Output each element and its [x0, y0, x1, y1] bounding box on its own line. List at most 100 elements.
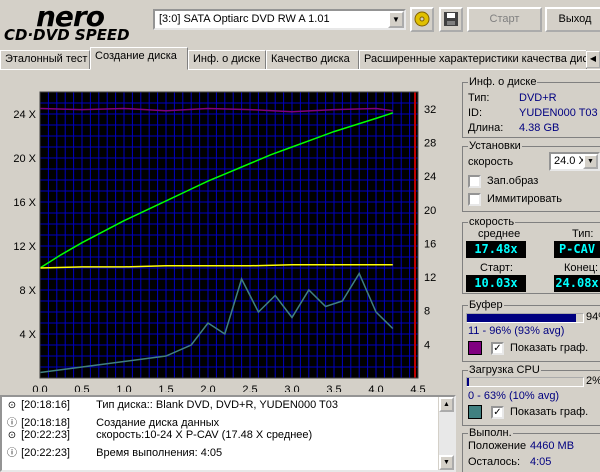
y-left-tick-label: 20 X — [13, 153, 36, 165]
exit-button[interactable]: Выход — [545, 7, 600, 32]
info-icon: ⓘ — [7, 448, 17, 459]
speed-select-value: 24.0 X — [554, 155, 586, 167]
x-tick-label: 3.0 — [284, 384, 299, 392]
y-right-tick-label: 12 — [424, 272, 436, 284]
speed-type-label: Тип: — [572, 228, 594, 240]
save-button[interactable] — [439, 7, 463, 32]
cpu-show-checkbox[interactable]: ✓ — [491, 406, 504, 419]
buffer-bar — [466, 313, 584, 323]
speed-setting-label: скорость — [468, 156, 514, 168]
speed-title: скорость — [468, 216, 516, 228]
speed-chart: 4 X 8 X 12 X 16 X 20 X 24 X 4 8 12 16 20 24 28 32 0.0 0… — [0, 72, 456, 392]
x-tick-label: 4.0 — [368, 384, 383, 392]
buffer-bar-fill — [467, 314, 577, 322]
position-label: Положение — [468, 440, 527, 452]
y-left-tick-label: 4 X — [19, 329, 36, 341]
disc-icon: ⊙ — [7, 430, 17, 441]
buffer-percent: 94% — [586, 311, 600, 323]
tab-advanced-quality[interactable]: Расширенные характеристики качества дис — [359, 50, 588, 69]
disc-id-label: ID: — [468, 107, 483, 119]
tab-disc-info[interactable]: Инф. о диске — [188, 50, 266, 69]
log-time: [20:22:23] — [21, 447, 70, 459]
disc-info-button[interactable] — [410, 7, 434, 32]
y-left-tick-label: 16 X — [13, 197, 36, 209]
disc-length-value: 4.38 GB — [519, 122, 560, 134]
cpu-percent: 2% — [586, 375, 600, 387]
start-speed-value: 10.03x — [466, 275, 526, 292]
chevron-down-icon[interactable]: ▼ — [583, 154, 598, 169]
tab-benchmark[interactable]: Эталонный тест — [0, 50, 90, 69]
speed-select[interactable]: 24.0 X ▼ — [549, 152, 600, 171]
x-tick-label: 2.5 — [242, 384, 257, 392]
disc-icon — [414, 11, 430, 27]
log-time: [20:18:16] — [21, 399, 70, 411]
start-button[interactable]: Старт — [467, 7, 542, 32]
floppy-icon — [444, 12, 458, 26]
y-right-tick-label: 32 — [424, 104, 436, 116]
buffer-range: 11 - 96% (93% avg) — [468, 325, 565, 337]
y-left-tick-label: 12 X — [13, 241, 36, 253]
y-left-tick-label: 24 X — [13, 109, 36, 121]
log-message: Время выполнения: 4:05 — [96, 447, 223, 459]
drive-select[interactable]: [3:0] SATA Optiarc DVD RW A 1.01 ▼ — [153, 9, 406, 30]
settings-title: Установки — [468, 140, 522, 152]
log-scrollbar[interactable]: ▲ ▼ — [438, 397, 454, 470]
cpu-show-label: Показать граф. — [510, 406, 589, 418]
log-time: [20:22:23] — [21, 429, 70, 441]
buffer-color-swatch[interactable] — [468, 341, 482, 355]
info-icon: ⓘ — [7, 418, 17, 429]
scroll-up-arrow-icon[interactable]: ▲ — [439, 397, 454, 412]
log-message: скорость:10-24 X P-CAV (17.48 X среднее) — [96, 429, 313, 441]
end-speed-value: 24.08x — [554, 275, 600, 292]
chevron-down-icon[interactable]: ▼ — [388, 11, 404, 28]
x-tick-label: 1.0 — [116, 384, 131, 392]
x-tick-label: 2.0 — [200, 384, 215, 392]
tab-create-disc[interactable]: Создание диска — [90, 47, 188, 70]
y-left-tick-label: 8 X — [19, 285, 36, 297]
tab-disc-quality[interactable]: Качество диска — [266, 50, 359, 69]
position-value: 4460 MB — [530, 440, 575, 452]
remaining-value: 4:05 — [530, 456, 552, 468]
avg-speed-value: 17.48x — [466, 241, 526, 258]
log-row: ⓘ [20:18:18] Создание диска данных — [6, 414, 220, 429]
end-speed-label: Конец: — [564, 262, 599, 274]
disc-length-label: Длина: — [468, 122, 504, 134]
simulate-checkbox-label: Иммитировать — [487, 193, 562, 205]
buffer-show-label: Показать граф. — [510, 342, 589, 354]
y-right-tick-label: 24 — [424, 171, 436, 183]
log-row: ⊙ [20:22:23] скорость:10-24 X P-CAV (17.… — [6, 429, 312, 443]
simulate-checkbox[interactable] — [468, 193, 481, 206]
remaining-label: Осталось: — [468, 456, 521, 468]
cpu-color-swatch[interactable] — [468, 405, 482, 419]
buffer-title: Буфер — [468, 299, 504, 311]
y-right-tick-label: 16 — [424, 238, 436, 250]
y-right-tick-label: 20 — [424, 205, 436, 217]
x-tick-label: 3.5 — [326, 384, 341, 392]
image-checkbox-label: Зап.образ — [487, 175, 539, 187]
log-time: [20:18:18] — [21, 417, 70, 429]
avg-speed-label: среднее — [478, 228, 521, 240]
cpu-bar-fill — [467, 378, 470, 386]
cpu-title: Загрузка CPU — [468, 364, 541, 376]
cpu-range: 0 - 63% (10% avg) — [468, 390, 560, 402]
speed-type-value: P-CAV — [554, 241, 600, 258]
log-row: ⓘ [20:22:23] Время выполнения: 4:05 — [6, 444, 223, 459]
y-right-tick-label: 4 — [424, 339, 430, 351]
x-tick-label: 0.5 — [74, 384, 89, 392]
chart-svg: 4 X 8 X 12 X 16 X 20 X 24 X 4 8 12 16 20 24 28 32 0.0 0… — [13, 91, 436, 392]
log-panel[interactable]: ⊙ [20:18:16] Тип диска:: Blank DVD, DVD+… — [0, 395, 456, 472]
scroll-down-arrow-icon[interactable]: ▼ — [439, 455, 454, 470]
y-right-tick-label: 8 — [424, 306, 430, 318]
nero-logo: nero CD·DVD SPEED — [4, 0, 146, 44]
buffer-show-checkbox[interactable]: ✓ — [491, 342, 504, 355]
disc-icon: ⊙ — [7, 400, 17, 411]
x-tick-label: 1.5 — [158, 384, 173, 392]
start-speed-label: Старт: — [480, 262, 513, 274]
image-checkbox[interactable] — [468, 175, 481, 188]
tab-scroll-button[interactable]: ◀ — [586, 51, 600, 68]
disc-id-value: YUDEN000 T03 — [519, 107, 598, 119]
x-tick-label: 4.5 — [410, 384, 425, 392]
drive-select-value: [3:0] SATA Optiarc DVD RW A 1.01 — [159, 13, 330, 25]
log-message: Создание диска данных — [96, 417, 220, 429]
cpu-bar — [466, 377, 584, 387]
